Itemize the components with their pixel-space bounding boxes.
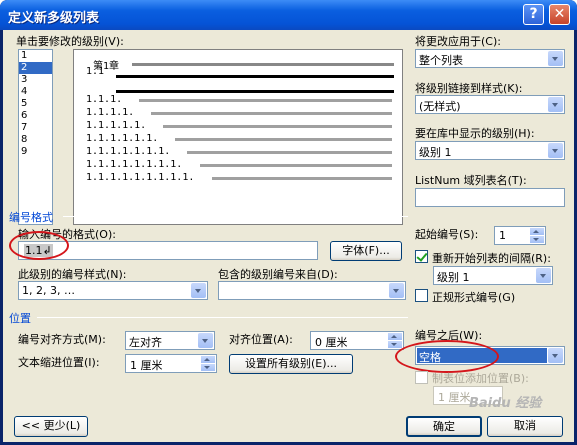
- level-list-item[interactable]: 1: [19, 50, 52, 62]
- preview-line: [132, 63, 394, 66]
- legal-style-checkbox[interactable]: [415, 289, 428, 302]
- chevron-down-icon[interactable]: [548, 51, 563, 66]
- preview-line: [211, 177, 392, 180]
- preview-pane: 第1章 1.1 1.1.1. 1.1.1.1. 1.1.1.1.1. 1.1.1.1.1…: [73, 49, 403, 225]
- preview-number: 1.1.1.1.: [86, 107, 135, 118]
- chevron-down-icon[interactable]: [548, 143, 563, 158]
- dialog-window: 定义新多级列表 ? ✕ 单击要修改的级别(V): 123456789 第1章 1…: [0, 0, 577, 445]
- apply-to-value: 整个列表: [419, 54, 463, 67]
- text-indent-input[interactable]: 1 厘米: [125, 354, 217, 373]
- preview-number: 1.1: [86, 66, 105, 77]
- preview-number: 1.1.1.1.1.: [86, 120, 147, 131]
- less-button[interactable]: << 更少(L): [14, 416, 88, 437]
- text-indent-label: 文本缩进位置(I):: [18, 356, 100, 369]
- preview-line: [116, 75, 394, 78]
- number-style-select[interactable]: 1, 2, 3, …: [18, 281, 208, 300]
- chevron-down-icon[interactable]: [548, 348, 563, 363]
- title-bar[interactable]: 定义新多级列表 ? ✕: [0, 0, 577, 30]
- apply-to-select[interactable]: 整个列表: [415, 49, 565, 68]
- level-list-item[interactable]: 2: [19, 62, 52, 74]
- include-level-select[interactable]: [218, 281, 406, 300]
- chevron-down-icon[interactable]: [536, 268, 551, 283]
- spinner-icon[interactable]: [201, 356, 215, 371]
- chevron-down-icon[interactable]: [191, 283, 206, 298]
- cancel-button[interactable]: 取消: [487, 416, 563, 437]
- restart-level-value: 级别 1: [437, 271, 470, 284]
- divider: [37, 317, 408, 318]
- preview-line: [175, 138, 392, 141]
- align-at-input[interactable]: 0 厘米: [310, 331, 404, 350]
- include-level-label: 包含的级别编号来自(D):: [218, 268, 338, 281]
- set-all-levels-button[interactable]: 设置所有级别(E)...: [229, 354, 353, 374]
- link-style-value: (无样式): [419, 100, 461, 113]
- gallery-level-label: 要在库中显示的级别(H):: [415, 127, 535, 140]
- chevron-down-icon[interactable]: [198, 333, 213, 348]
- preview-line: [187, 151, 392, 154]
- gallery-level-select[interactable]: 级别 1: [415, 141, 565, 160]
- chevron-down-icon[interactable]: [389, 283, 404, 298]
- restart-label: 重新开始列表的间隔(R):: [432, 252, 551, 265]
- level-list-item[interactable]: 4: [19, 86, 52, 98]
- annotation-circle: [395, 340, 499, 373]
- annotation-circle: [9, 231, 69, 260]
- preview-number: 1.1.1.1.1.1.1.: [86, 146, 171, 157]
- level-list[interactable]: 123456789: [18, 49, 53, 225]
- number-format-section-title: 编号格式: [9, 211, 53, 224]
- font-button[interactable]: 字体(F)...: [330, 241, 402, 261]
- level-list-item[interactable]: 9: [19, 146, 52, 158]
- apply-to-label: 将更改应用于(C):: [415, 35, 501, 48]
- listnum-label: ListNum 域列表名(T):: [415, 174, 527, 187]
- preview-line: [116, 90, 394, 93]
- level-list-label: 单击要修改的级别(V):: [16, 35, 124, 48]
- preview-number: 1.1.1.1.1.1.: [86, 133, 159, 144]
- preview-line: [163, 125, 392, 128]
- align-at-value: 0 厘米: [315, 336, 348, 349]
- tab-stop-label: 制表位添加位置(B):: [432, 372, 529, 385]
- level-list-item[interactable]: 7: [19, 122, 52, 134]
- level-list-item[interactable]: 5: [19, 98, 52, 110]
- number-style-label: 此级别的编号样式(N):: [18, 268, 127, 281]
- restart-checkbox[interactable]: [415, 250, 428, 263]
- legal-style-label: 正规形式编号(G): [432, 291, 516, 304]
- close-icon[interactable]: ✕: [549, 4, 570, 25]
- restart-level-select[interactable]: 级别 1: [433, 266, 553, 285]
- align-at-label: 对齐位置(A):: [229, 333, 293, 346]
- divider: [63, 216, 408, 217]
- preview-number: 1.1.1.1.1.1.1.1.: [86, 159, 183, 170]
- level-list-item[interactable]: 3: [19, 74, 52, 86]
- text-indent-value: 1 厘米: [130, 359, 163, 372]
- spinner-icon[interactable]: [388, 333, 402, 348]
- preview-number: 1.1.1.: [86, 94, 123, 105]
- number-style-value: 1, 2, 3, …: [22, 284, 75, 297]
- watermark: Baidu 经验: [469, 396, 542, 411]
- alignment-select[interactable]: 左对齐: [125, 331, 215, 350]
- position-section-title: 位置: [9, 312, 31, 325]
- alignment-label: 编号对齐方式(M):: [18, 333, 106, 346]
- preview-line: [150, 112, 392, 115]
- level-list-item[interactable]: 6: [19, 110, 52, 122]
- ok-button[interactable]: 确定: [406, 416, 482, 437]
- spinner-icon[interactable]: [530, 228, 544, 243]
- alignment-value: 左对齐: [129, 336, 162, 349]
- listnum-input[interactable]: [415, 188, 565, 207]
- preview-number: 1.1.1.1.1.1.1.1.1.: [86, 172, 195, 183]
- start-at-input[interactable]: 1: [494, 226, 546, 245]
- start-at-value: 1: [499, 229, 506, 242]
- dialog-body: 单击要修改的级别(V): 123456789 第1章 1.1 1.1.1. 1.1.…: [3, 30, 574, 442]
- preview-line: [199, 164, 392, 167]
- level-list-item[interactable]: 8: [19, 134, 52, 146]
- tab-stop-checkbox[interactable]: [415, 371, 428, 384]
- window-title: 定义新多级列表: [8, 11, 100, 26]
- start-at-label: 起始编号(S):: [415, 228, 479, 241]
- link-style-label: 将级别链接到样式(K):: [415, 82, 523, 95]
- tab-stop-value: 1 厘米: [438, 391, 471, 404]
- help-icon[interactable]: ?: [523, 4, 544, 25]
- chevron-down-icon[interactable]: [548, 97, 563, 112]
- gallery-level-value: 级别 1: [419, 146, 452, 159]
- preview-line: [138, 99, 392, 102]
- link-style-select[interactable]: (无样式): [415, 95, 565, 114]
